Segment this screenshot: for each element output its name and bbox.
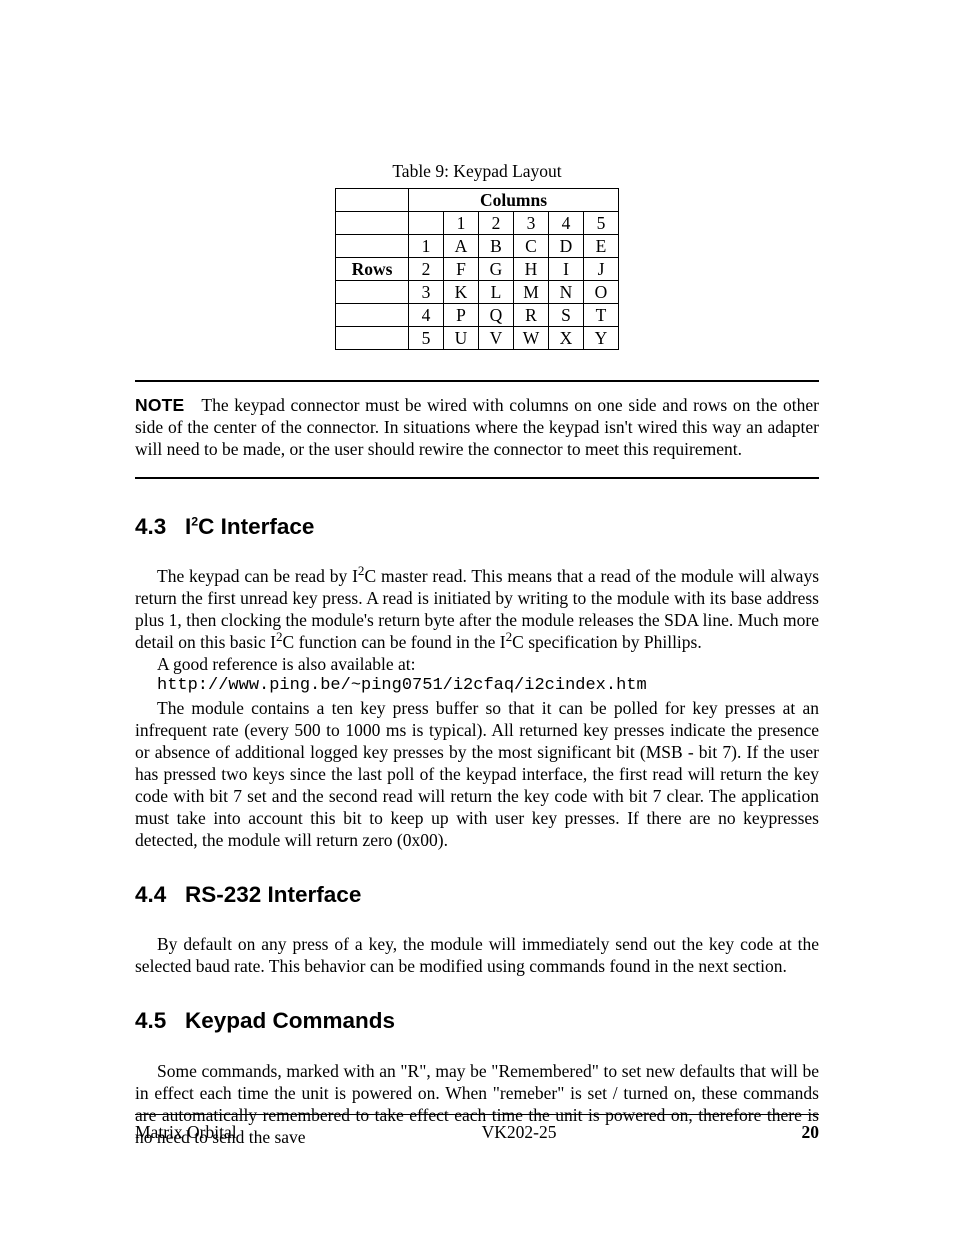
note-text: The keypad connector must be wired with … [135,395,819,459]
row-num: 2 [409,258,444,281]
cell: I [549,258,584,281]
cell: B [479,235,514,258]
section-heading-43: 4.3I2C Interface [135,513,819,541]
cell: M [514,281,549,304]
cell: U [444,327,479,350]
section-number: 4.3 [135,513,185,541]
row-num: 4 [409,304,444,327]
document-page: Table 9: Keypad Layout Columns 1 2 3 4 5… [0,0,954,1235]
footer-rule [135,1114,819,1115]
cell: V [479,327,514,350]
cell: A [444,235,479,258]
note-block: NOTE The keypad connector must be wired … [135,380,819,478]
col-num: 2 [479,212,514,235]
row-num: 3 [409,281,444,304]
cell: L [479,281,514,304]
section-heading-45: 4.5Keypad Commands [135,1007,819,1035]
cell: S [549,304,584,327]
section-title-text: RS-232 Interface [185,882,361,907]
cell: N [549,281,584,304]
cell: C [514,235,549,258]
cell: F [444,258,479,281]
cell: D [549,235,584,258]
cell: T [584,304,619,327]
footer-center: VK202-25 [482,1121,557,1143]
cell: P [444,304,479,327]
cell: Y [584,327,619,350]
col-num: 5 [584,212,619,235]
col-num: 3 [514,212,549,235]
section-number: 4.4 [135,881,185,909]
cell: W [514,327,549,350]
note-label: NOTE [135,395,184,415]
columns-header: Columns [409,189,619,212]
cell: H [514,258,549,281]
page-number: 20 [802,1121,820,1143]
row-num: 5 [409,327,444,350]
rows-header: Rows [336,258,409,281]
reference-url: http://www.ping.be/~ping0751/i2cfaq/i2ci… [135,675,819,696]
page-footer: Matrix Orbital VK202-25 20 [135,1121,819,1143]
section-title-text: I2C Interface [185,514,314,539]
footer-left: Matrix Orbital [135,1121,237,1143]
keypad-layout-table: Columns 1 2 3 4 5 1 A B C D E Rows 2 F G… [335,188,619,350]
cell: K [444,281,479,304]
col-num: 1 [444,212,479,235]
cell: O [584,281,619,304]
paragraph: The keypad can be read by I2C master rea… [135,565,819,653]
paragraph: By default on any press of a key, the mo… [135,933,819,977]
paragraph: A good reference is also available at: [135,653,819,675]
paragraph: The module contains a ten key press buff… [135,697,819,851]
cell: G [479,258,514,281]
table-caption: Table 9: Keypad Layout [135,160,819,182]
cell: R [514,304,549,327]
row-num: 1 [409,235,444,258]
section-number: 4.5 [135,1007,185,1035]
section-heading-44: 4.4RS-232 Interface [135,881,819,909]
cell: E [584,235,619,258]
cell: X [549,327,584,350]
cell: Q [479,304,514,327]
cell: J [584,258,619,281]
col-num: 4 [549,212,584,235]
section-title-text: Keypad Commands [185,1008,395,1033]
